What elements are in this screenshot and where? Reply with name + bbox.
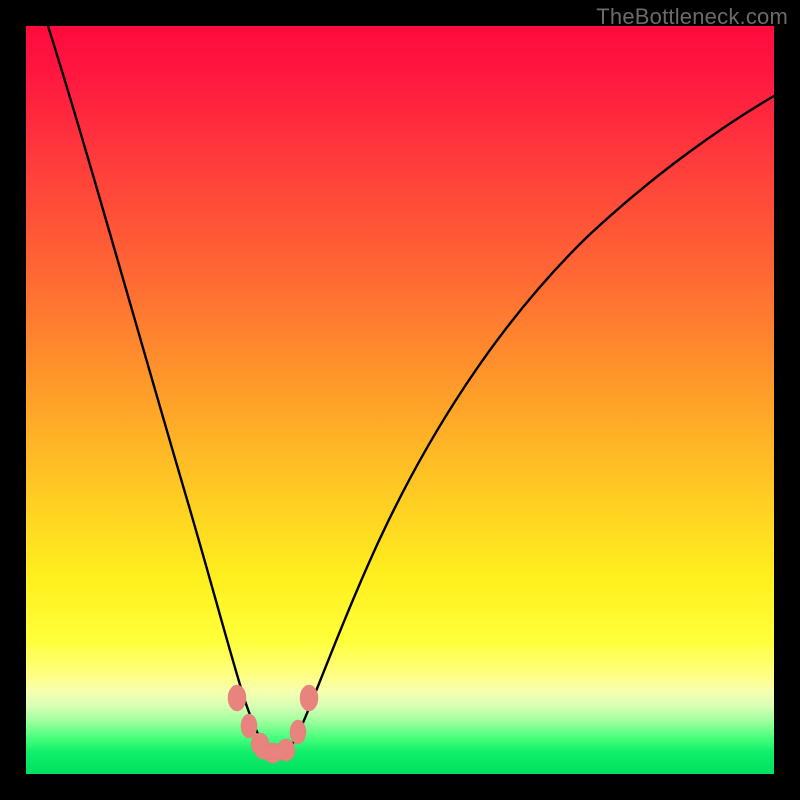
bottleneck-curve <box>48 26 774 756</box>
watermark-text: TheBottleneck.com <box>596 4 788 30</box>
highlight-nodes <box>228 685 318 763</box>
plot-area <box>26 26 774 774</box>
chart-svg <box>26 26 774 774</box>
outer-black-frame: TheBottleneck.com <box>0 0 800 800</box>
